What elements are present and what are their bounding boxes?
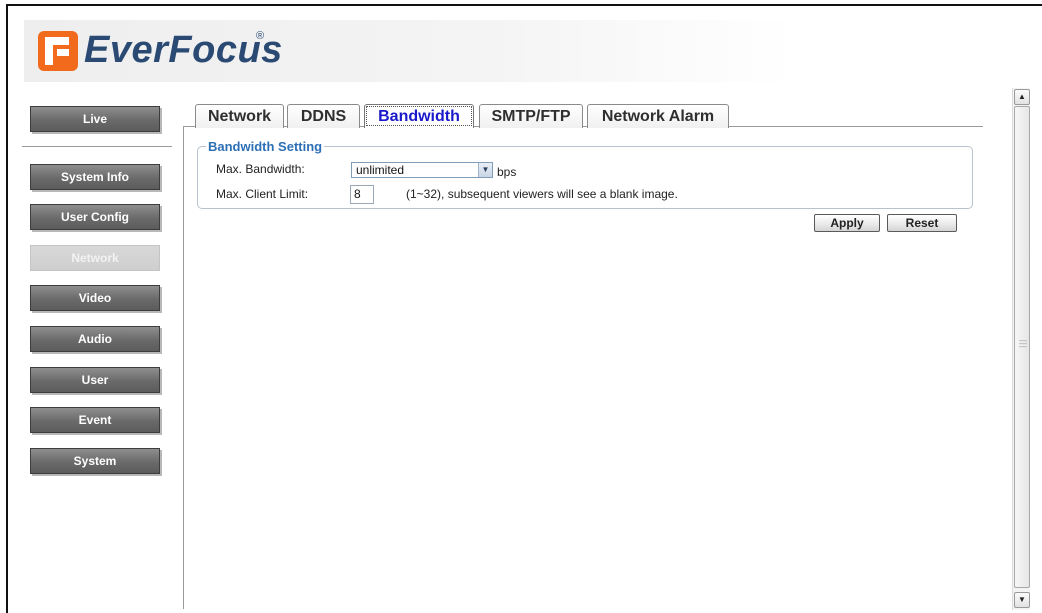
tab-network-alarm[interactable]: Network Alarm [587,104,729,128]
max-bandwidth-select[interactable]: unlimited ▼ [351,162,493,178]
apply-button[interactable]: Apply [814,214,880,232]
scrollbar-thumb[interactable]: — — — [1014,106,1030,588]
nav-live-button[interactable]: Live [30,106,160,132]
scroll-up-icon[interactable]: ▲ [1014,89,1030,105]
tab-smtp-ftp[interactable]: SMTP/FTP [479,104,583,128]
nav-audio-button[interactable]: Audio [30,326,160,352]
chevron-down-icon[interactable]: ▼ [478,163,492,177]
max-bandwidth-value: unlimited [356,163,405,177]
bandwidth-unit-label: bps [497,165,517,179]
grip-icon: — — — [1019,336,1027,351]
max-bandwidth-label: Max. Bandwidth: [216,162,305,176]
tab-bandwidth[interactable]: Bandwidth [364,104,474,128]
registered-mark: ® [256,30,265,42]
tab-network[interactable]: Network [195,104,284,128]
max-client-limit-hint: (1~32), subsequent viewers will see a bl… [406,187,678,201]
scroll-down-icon[interactable]: ▼ [1014,592,1030,608]
reset-button[interactable]: Reset [887,214,957,232]
nav-divider [22,146,172,147]
nav-user-button[interactable]: User [30,367,160,393]
logo-banner: EverFocus ® [24,20,794,82]
nav-network-button[interactable]: Network [30,245,160,271]
nav-user-config-button[interactable]: User Config [30,204,160,230]
nav-video-button[interactable]: Video [30,285,160,311]
max-client-limit-input[interactable]: 8 [350,185,374,204]
tab-ddns[interactable]: DDNS [287,104,360,128]
brand-name: EverFocus [84,29,283,71]
everfocus-logo-icon [38,31,78,71]
nav-system-button[interactable]: System [30,448,160,474]
max-client-limit-label: Max. Client Limit: [216,187,309,201]
nav-system-info-button[interactable]: System Info [30,164,160,190]
nav-event-button[interactable]: Event [30,407,160,433]
bandwidth-setting-legend: Bandwidth Setting [208,139,323,154]
vertical-scrollbar[interactable]: ▲ — — — ▼ [1012,88,1030,610]
